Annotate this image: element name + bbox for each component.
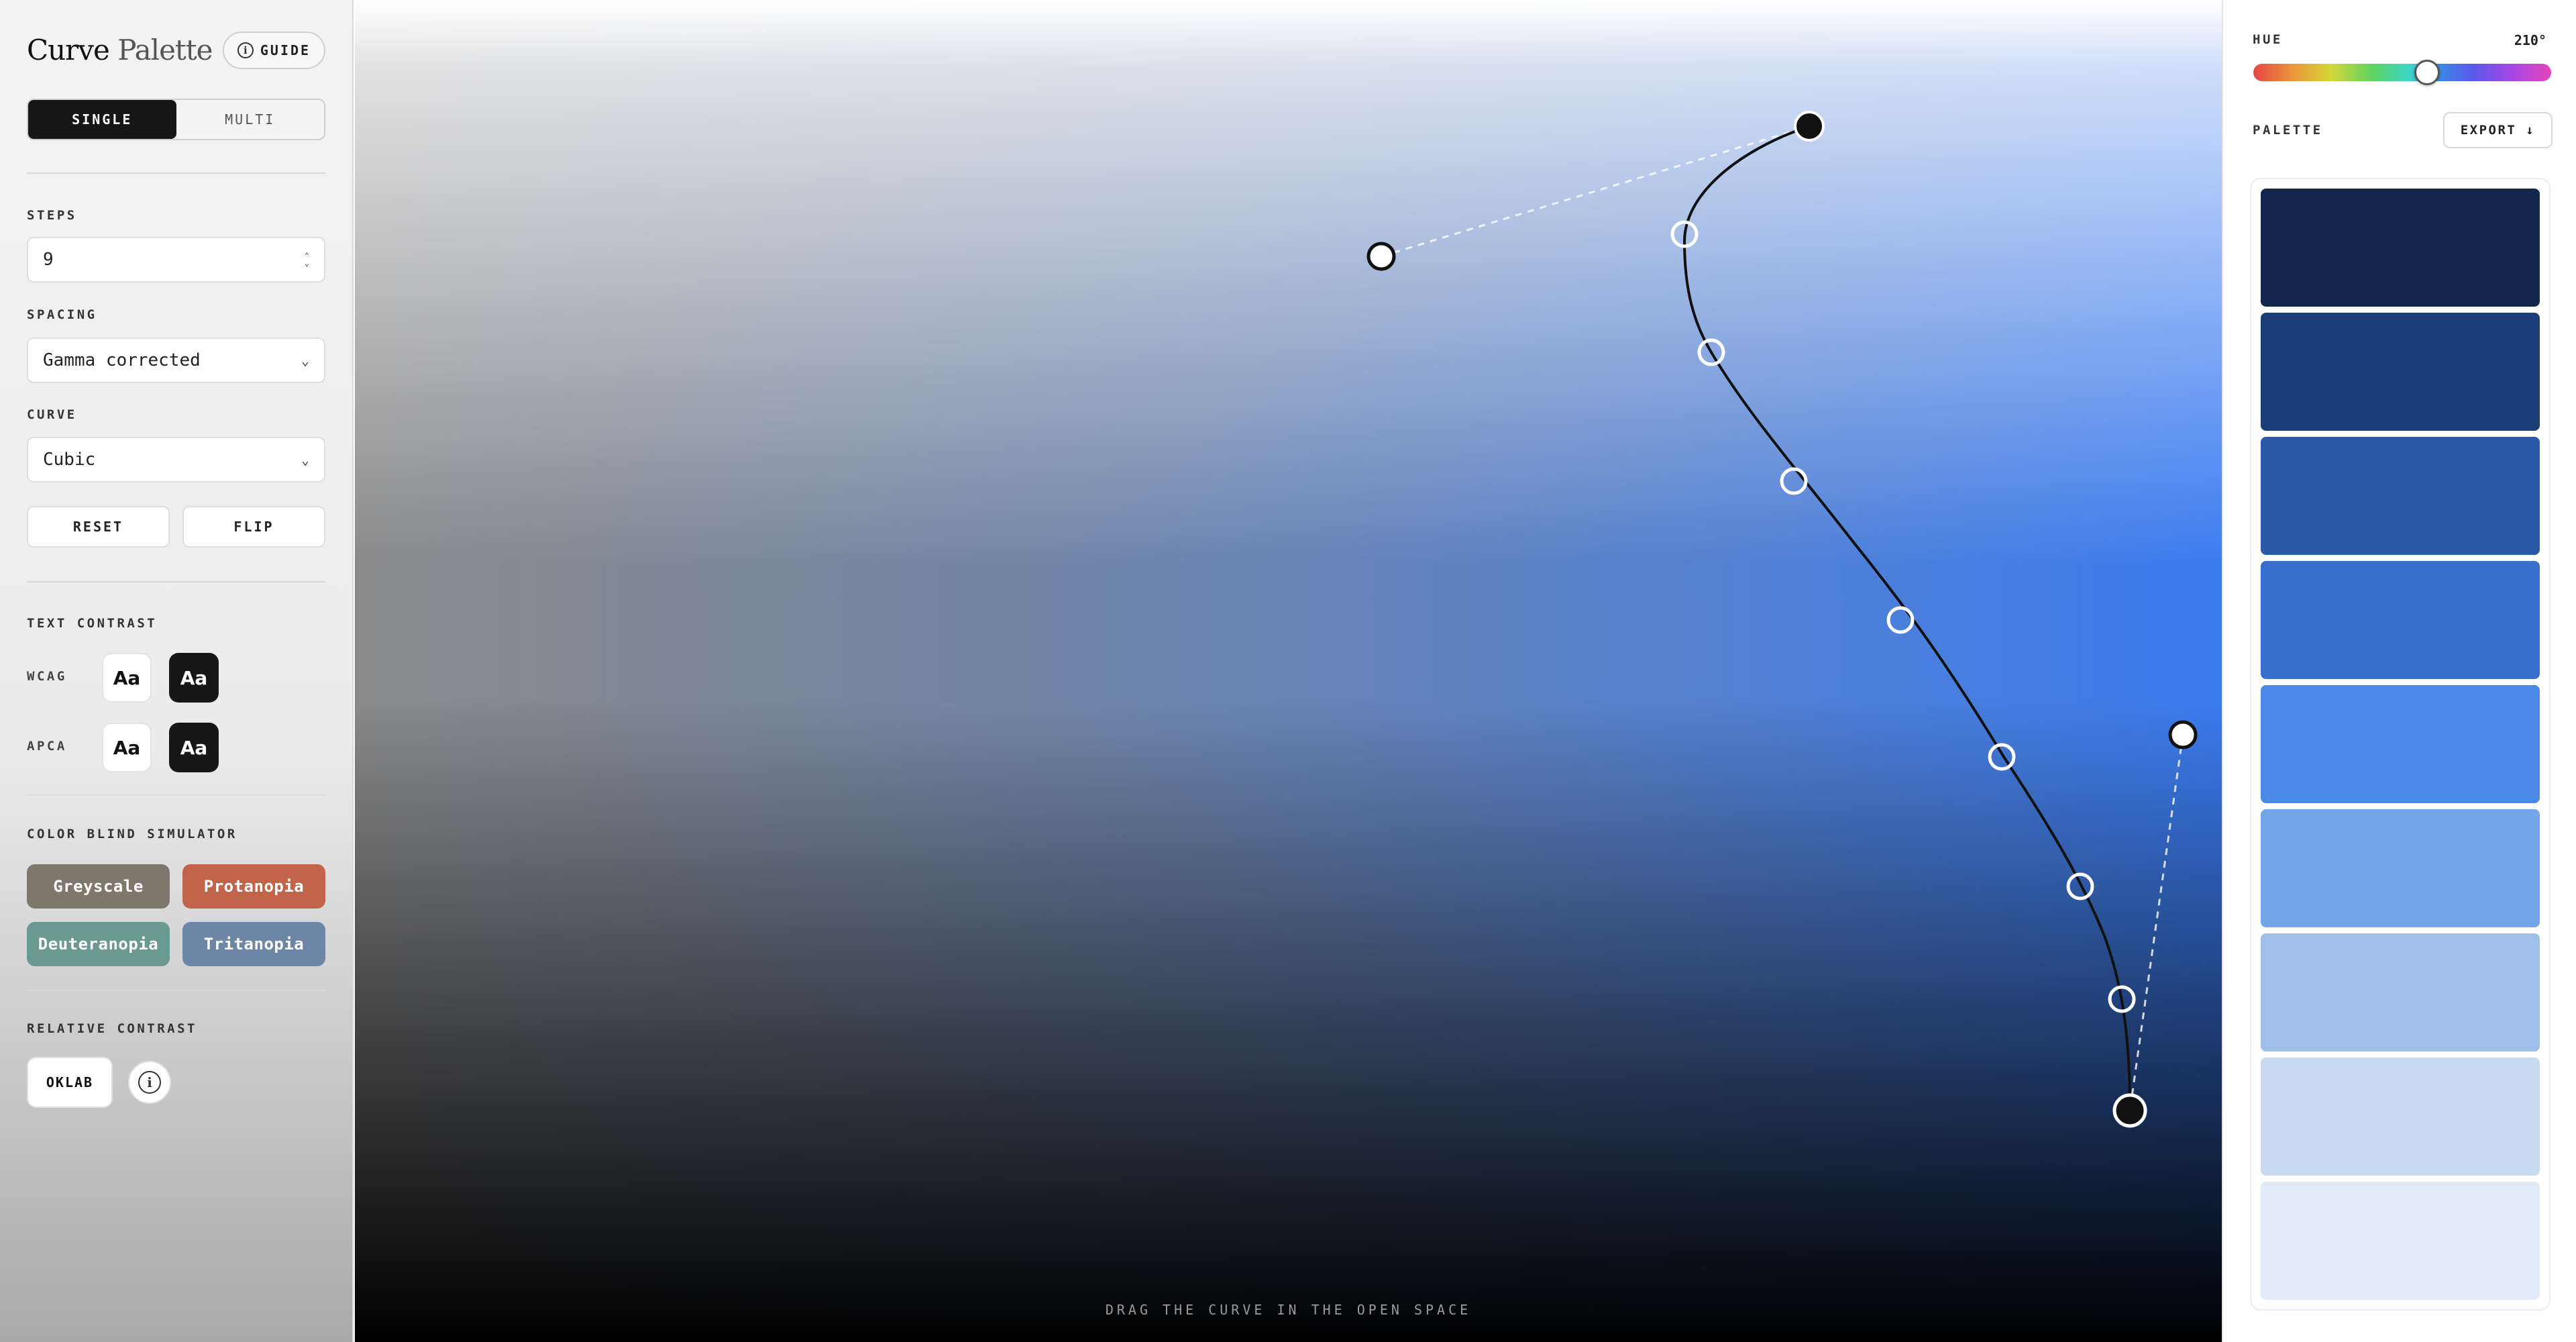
spacing-select[interactable]: Gamma corrected ⌄ — [27, 338, 325, 383]
hue-slider-thumb[interactable] — [2414, 60, 2440, 85]
chevron-down-icon: ⌄ — [301, 352, 309, 368]
spacing-value: Gamma corrected — [43, 350, 201, 370]
anchor-point-start[interactable] — [1794, 111, 1825, 142]
info-icon: i — [237, 42, 254, 58]
mode-toggle: SINGLE MULTI — [27, 99, 325, 140]
control-handle-start[interactable] — [1366, 242, 1396, 271]
sidebar: Curve Palette i GUIDE SINGLE MULTI STEPS… — [0, 0, 354, 1342]
reset-button[interactable]: RESET — [27, 506, 170, 548]
curve-step-point[interactable] — [1988, 743, 2016, 771]
divider — [27, 794, 325, 796]
relative-contrast-info-button[interactable]: i — [128, 1061, 171, 1104]
spacing-label: SPACING — [27, 307, 97, 322]
divider — [27, 990, 325, 991]
stepper-icon[interactable]: ⌃ ⌄ — [305, 252, 309, 267]
palette-swatch[interactable] — [2261, 189, 2540, 307]
palette-swatch[interactable] — [2261, 1057, 2540, 1176]
mode-single-button[interactable]: SINGLE — [28, 100, 176, 139]
curve-svg[interactable] — [355, 0, 2222, 1342]
guide-label: GUIDE — [260, 42, 311, 58]
deuteranopia-button[interactable]: Deuteranopia — [27, 922, 170, 966]
divider — [27, 581, 325, 582]
palette-swatch[interactable] — [2261, 809, 2540, 927]
apca-label: APCA — [27, 739, 67, 754]
text-contrast-label: TEXT CONTRAST — [27, 616, 158, 631]
palette-swatch[interactable] — [2261, 313, 2540, 431]
palette-swatch[interactable] — [2261, 561, 2540, 679]
palette-swatch[interactable] — [2261, 933, 2540, 1051]
steps-value: 9 — [43, 250, 54, 270]
hue-label: HUE — [2253, 32, 2283, 47]
steps-label: STEPS — [27, 208, 77, 223]
chevron-down-icon: ⌄ — [301, 452, 309, 468]
app-title-main: Curve — [27, 34, 110, 66]
curve-canvas[interactable]: DRAG THE CURVE IN THE OPEN SPACE — [355, 0, 2222, 1342]
apca-dark-sample[interactable]: Aa — [169, 723, 219, 772]
curve-step-point[interactable] — [2066, 872, 2094, 900]
greyscale-button[interactable]: Greyscale — [27, 864, 170, 909]
handle-line-start — [1381, 125, 1810, 258]
info-icon: i — [138, 1071, 161, 1094]
color-blind-label: COLOR BLIND SIMULATOR — [27, 827, 237, 841]
wcag-label: WCAG — [27, 669, 67, 684]
tritanopia-button[interactable]: Tritanopia — [182, 922, 325, 966]
oklab-button[interactable]: OKLAB — [27, 1057, 113, 1108]
curve-label: CURVE — [27, 407, 77, 422]
relative-contrast-label: RELATIVE CONTRAST — [27, 1021, 197, 1036]
palette-swatches — [2250, 178, 2551, 1310]
palette-swatch[interactable] — [2261, 437, 2540, 555]
export-button[interactable]: EXPORT ↓ — [2443, 112, 2553, 148]
wcag-dark-sample[interactable]: Aa — [169, 653, 219, 703]
anchor-point-end[interactable] — [2112, 1093, 2147, 1128]
curve-value: Cubic — [43, 450, 96, 470]
canvas-hint: DRAG THE CURVE IN THE OPEN SPACE — [1105, 1302, 1472, 1318]
curve-step-point[interactable] — [1780, 467, 1808, 495]
wcag-light-sample[interactable]: Aa — [102, 653, 152, 703]
guide-button[interactable]: i GUIDE — [223, 32, 325, 69]
protanopia-button[interactable]: Protanopia — [182, 864, 325, 909]
curve-select[interactable]: Cubic ⌄ — [27, 437, 325, 482]
divider — [27, 172, 325, 174]
hue-slider[interactable] — [2253, 64, 2551, 81]
steps-input[interactable]: 9 ⌃ ⌄ — [27, 237, 325, 282]
flip-button[interactable]: FLIP — [182, 506, 325, 548]
mode-multi-button[interactable]: MULTI — [176, 100, 325, 139]
curve-step-point[interactable] — [1886, 606, 1915, 634]
right-panel: HUE 210° PALETTE EXPORT ↓ — [2222, 0, 2576, 1342]
hue-value: 210° — [2514, 32, 2546, 48]
apca-light-sample[interactable]: Aa — [102, 723, 152, 772]
app-title: Curve Palette — [27, 34, 213, 66]
curve-path[interactable] — [1682, 125, 2131, 1111]
control-handle-end[interactable] — [2168, 720, 2198, 750]
palette-swatch[interactable] — [2261, 685, 2540, 803]
palette-swatch[interactable] — [2261, 1182, 2540, 1300]
handle-line-end — [2129, 734, 2184, 1111]
palette-label: PALETTE — [2253, 123, 2323, 138]
app-title-sub: Palette — [117, 34, 213, 66]
